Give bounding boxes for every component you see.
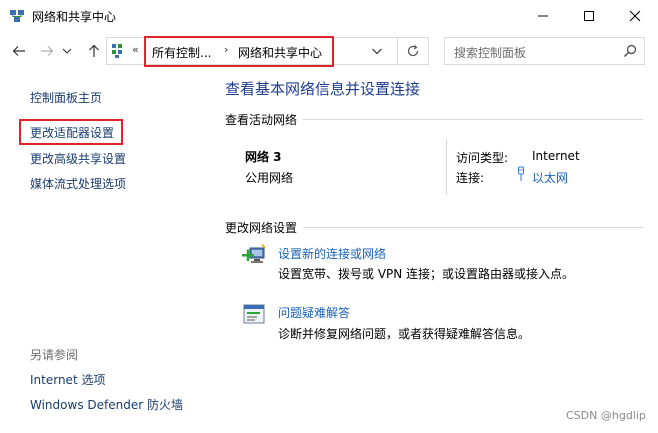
breadcrumb-separator[interactable]: › [224, 43, 228, 56]
media-streaming-options-link[interactable]: 媒体流式处理选项 [30, 175, 126, 192]
close-button[interactable] [612, 0, 658, 32]
change-network-settings-heading: 更改网络设置 [225, 221, 298, 235]
section-divider [303, 227, 643, 228]
control-panel-home-link[interactable]: 控制面板主页 [30, 89, 102, 106]
page-title: 查看基本网络信息并设置连接 [225, 80, 421, 98]
maximize-icon [584, 11, 594, 21]
search-placeholder: 搜索控制面板 [454, 46, 527, 60]
troubleshoot-icon [243, 304, 265, 324]
windows-defender-firewall-link[interactable]: Windows Defender 防火墙 [30, 396, 183, 413]
chevron-down-icon [62, 48, 72, 54]
minimize-button[interactable] [520, 0, 566, 32]
troubleshoot-description: 诊断并修复网络问题，或者获得疑难解答信息。 [278, 327, 531, 341]
control-panel-icon [112, 44, 122, 58]
access-type-label: 访问类型: [456, 151, 509, 165]
search-input[interactable]: 搜索控制面板 [444, 37, 645, 65]
network-category: 公用网络 [245, 171, 294, 185]
internet-options-link[interactable]: Internet 选项 [30, 371, 105, 388]
refresh-button[interactable] [398, 37, 429, 65]
title-bar: 网络和共享中心 [0, 0, 658, 32]
troubleshoot-problems-link[interactable]: 问题疑难解答 [278, 304, 350, 321]
network-name: 网络 3 [245, 150, 282, 164]
section-divider [303, 119, 643, 120]
forward-button[interactable] [37, 40, 57, 62]
window-title: 网络和共享中心 [32, 10, 117, 24]
recent-locations-button[interactable] [60, 40, 74, 62]
active-networks-heading: 查看活动网络 [225, 113, 298, 127]
search-icon[interactable] [623, 44, 637, 58]
connections-label: 连接: [456, 171, 485, 185]
setup-new-connection-description: 设置宽带、拨号或 VPN 连接；或设置路由器或接入点。 [278, 267, 575, 281]
arrow-left-icon [12, 46, 25, 56]
ethernet-icon [518, 166, 524, 181]
advanced-sharing-settings-link[interactable]: 更改高级共享设置 [30, 150, 126, 167]
ethernet-connection-link[interactable]: 以太网 [532, 169, 568, 186]
up-button[interactable] [84, 40, 104, 62]
back-button[interactable] [9, 40, 29, 62]
new-connection-icon [242, 243, 266, 263]
minimize-icon [538, 15, 548, 17]
breadcrumb-network-center[interactable]: 网络和共享中心 [238, 44, 322, 61]
arrow-up-icon [89, 44, 99, 57]
network-center-icon [10, 10, 24, 22]
maximize-button[interactable] [566, 0, 612, 32]
close-icon [629, 10, 641, 22]
change-adapter-settings-link[interactable]: 更改适配器设置 [30, 124, 114, 141]
access-type-value: Internet [532, 149, 580, 163]
address-bar[interactable]: « 所有控制... › 网络和共享中心 [106, 36, 398, 67]
navigation-bar: « 所有控制... › 网络和共享中心 搜索控制面板 [0, 34, 658, 68]
setup-new-connection-link[interactable]: 设置新的连接或网络 [278, 245, 386, 262]
address-overflow[interactable]: « [132, 43, 139, 56]
see-also-heading: 另请参阅 [30, 348, 79, 362]
chevron-down-icon[interactable] [371, 46, 383, 56]
vertical-divider [446, 139, 447, 195]
watermark: CSDN @hgdlip [566, 409, 646, 422]
arrow-right-icon [41, 46, 54, 56]
breadcrumb-all-control-panel[interactable]: 所有控制... [152, 44, 211, 61]
refresh-icon [407, 45, 419, 57]
